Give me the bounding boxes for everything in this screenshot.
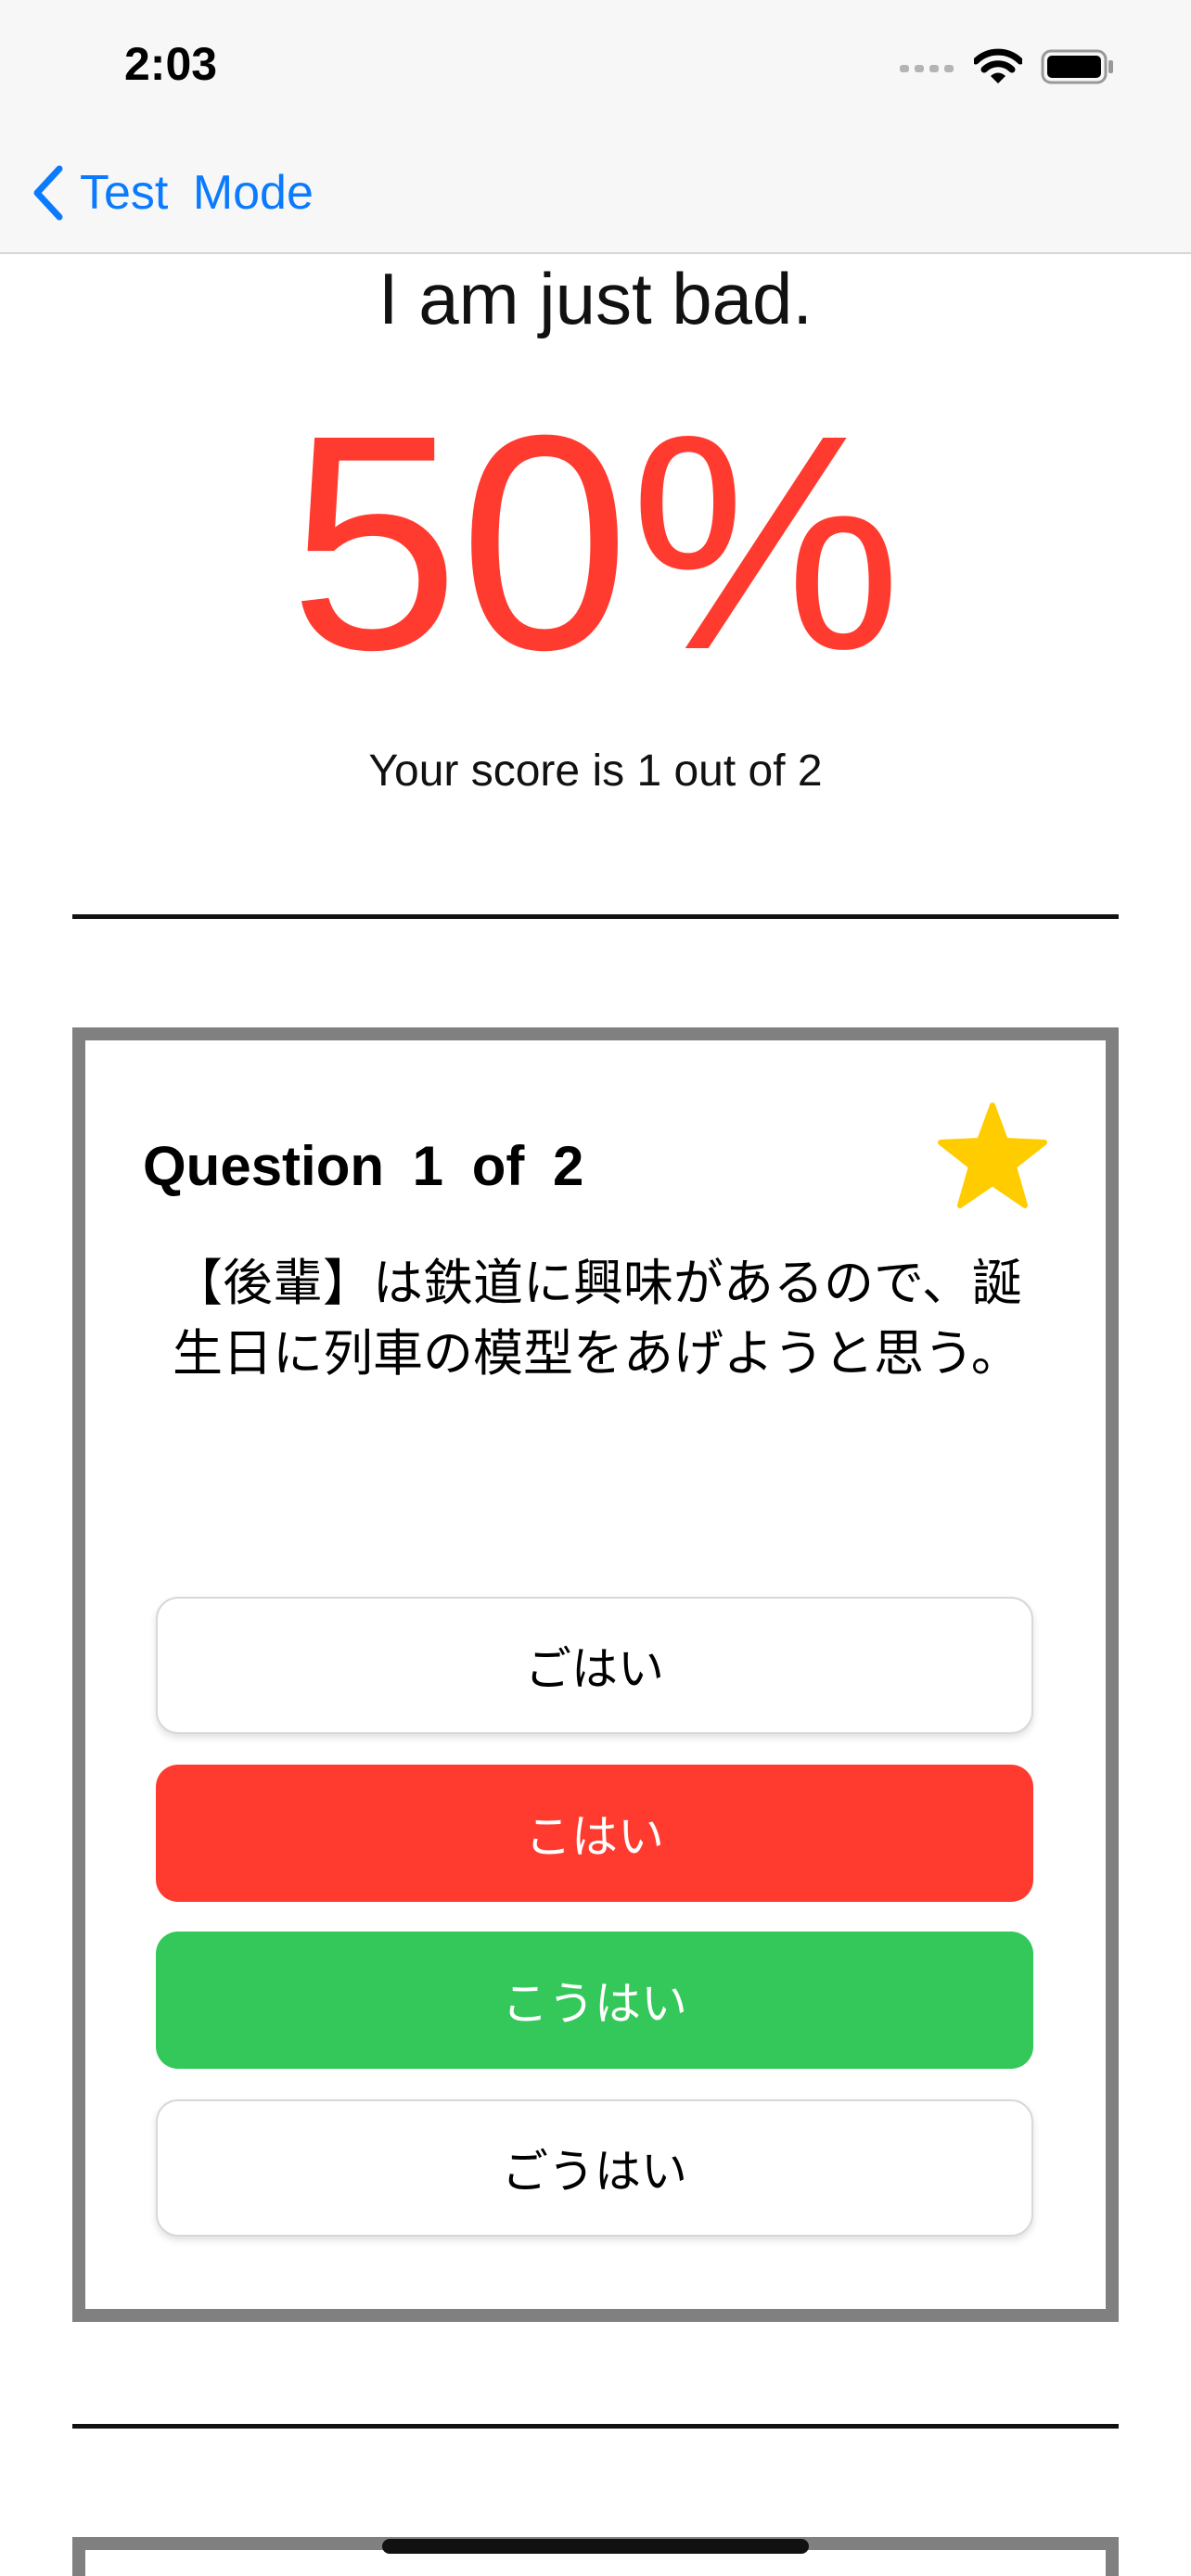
test-result-screen: 2:03 Test Mode I am just bad. 50% Your s… <box>0 0 1191 2576</box>
battery-icon <box>1041 49 1113 84</box>
divider <box>72 914 1119 919</box>
answer-option-3-correct[interactable]: こうはい <box>156 1932 1033 2069</box>
back-button-label: Test Mode <box>80 166 314 220</box>
navigation-header: 2:03 Test Mode <box>0 0 1191 254</box>
score-percent: 50% <box>288 371 903 713</box>
star-icon[interactable] <box>935 1100 1050 1215</box>
wifi-icon <box>974 48 1022 83</box>
question-number: Question 1 of 2 <box>143 1135 584 1197</box>
back-button[interactable]: Test Mode <box>32 158 314 228</box>
divider <box>72 2424 1119 2429</box>
home-indicator[interactable] <box>382 2539 809 2554</box>
score-summary: Your score is 1 out of 2 <box>368 746 823 796</box>
question-text: 【後輩】は鉄道に興味があるので、誕生日に列車の模型をあげようと思う。 <box>173 1254 1022 1383</box>
answer-option-4[interactable]: ごうはい <box>156 2099 1033 2237</box>
answer-option-1[interactable]: ごはい <box>156 1597 1033 1734</box>
cellular-signal-icon <box>900 65 954 72</box>
result-message: I am just bad. <box>378 258 813 339</box>
status-time: 2:03 <box>124 38 218 90</box>
status-icons <box>900 43 1115 91</box>
answer-option-2-wrong[interactable]: こはい <box>156 1765 1033 1902</box>
chevron-left-icon <box>33 165 63 221</box>
